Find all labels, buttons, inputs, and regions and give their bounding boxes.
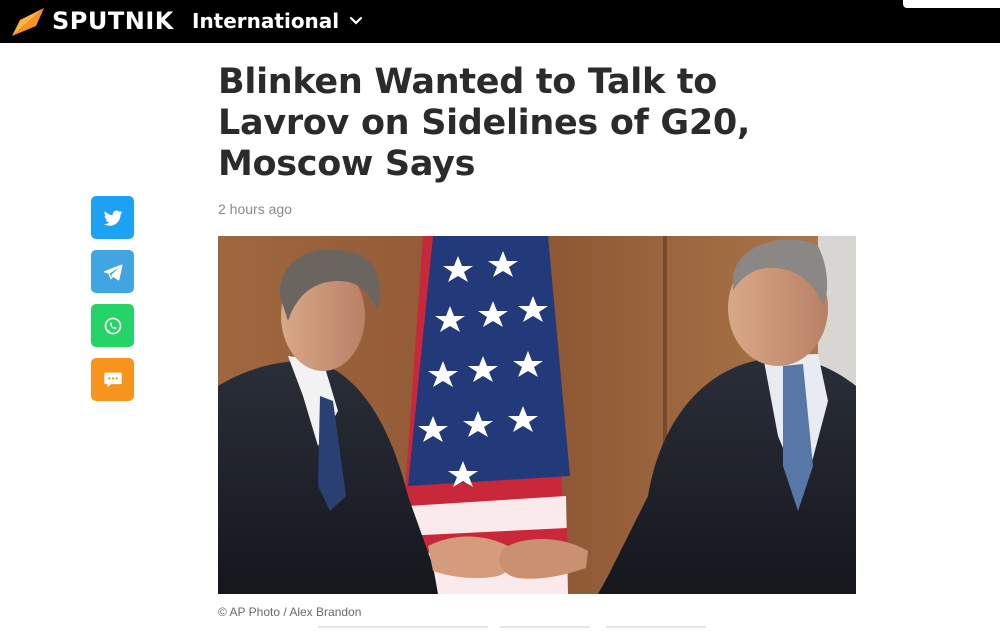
article-photo-illustration bbox=[218, 236, 856, 594]
share-whatsapp-button[interactable] bbox=[91, 304, 134, 347]
brand-name: SPUTNIK bbox=[52, 7, 174, 35]
telegram-icon bbox=[103, 264, 123, 280]
share-chat-button[interactable] bbox=[91, 358, 134, 401]
article-title: Blinken Wanted to Talk to Lavrov on Side… bbox=[218, 62, 750, 184]
article-photo[interactable] bbox=[218, 236, 856, 594]
twitter-icon bbox=[103, 210, 122, 226]
share-twitter-button[interactable] bbox=[91, 196, 134, 239]
sputnik-logo-icon bbox=[12, 8, 44, 36]
share-buttons bbox=[91, 196, 134, 401]
divider bbox=[500, 626, 590, 628]
top-navigation-bar: SPUTNIK International bbox=[0, 0, 1000, 43]
divider bbox=[606, 626, 706, 628]
edition-selector[interactable]: International bbox=[192, 8, 363, 34]
chevron-down-icon bbox=[350, 16, 363, 25]
share-telegram-button[interactable] bbox=[91, 250, 134, 293]
sputnik-logo[interactable]: SPUTNIK bbox=[10, 4, 174, 38]
whatsapp-icon bbox=[104, 317, 121, 334]
photo-caption: © AP Photo / Alex Brandon bbox=[218, 605, 362, 619]
chat-icon bbox=[103, 372, 122, 387]
publish-time: 2 hours ago bbox=[218, 201, 292, 217]
edition-label: International bbox=[192, 9, 340, 33]
search-box[interactable] bbox=[903, 0, 1000, 8]
divider bbox=[318, 626, 488, 628]
